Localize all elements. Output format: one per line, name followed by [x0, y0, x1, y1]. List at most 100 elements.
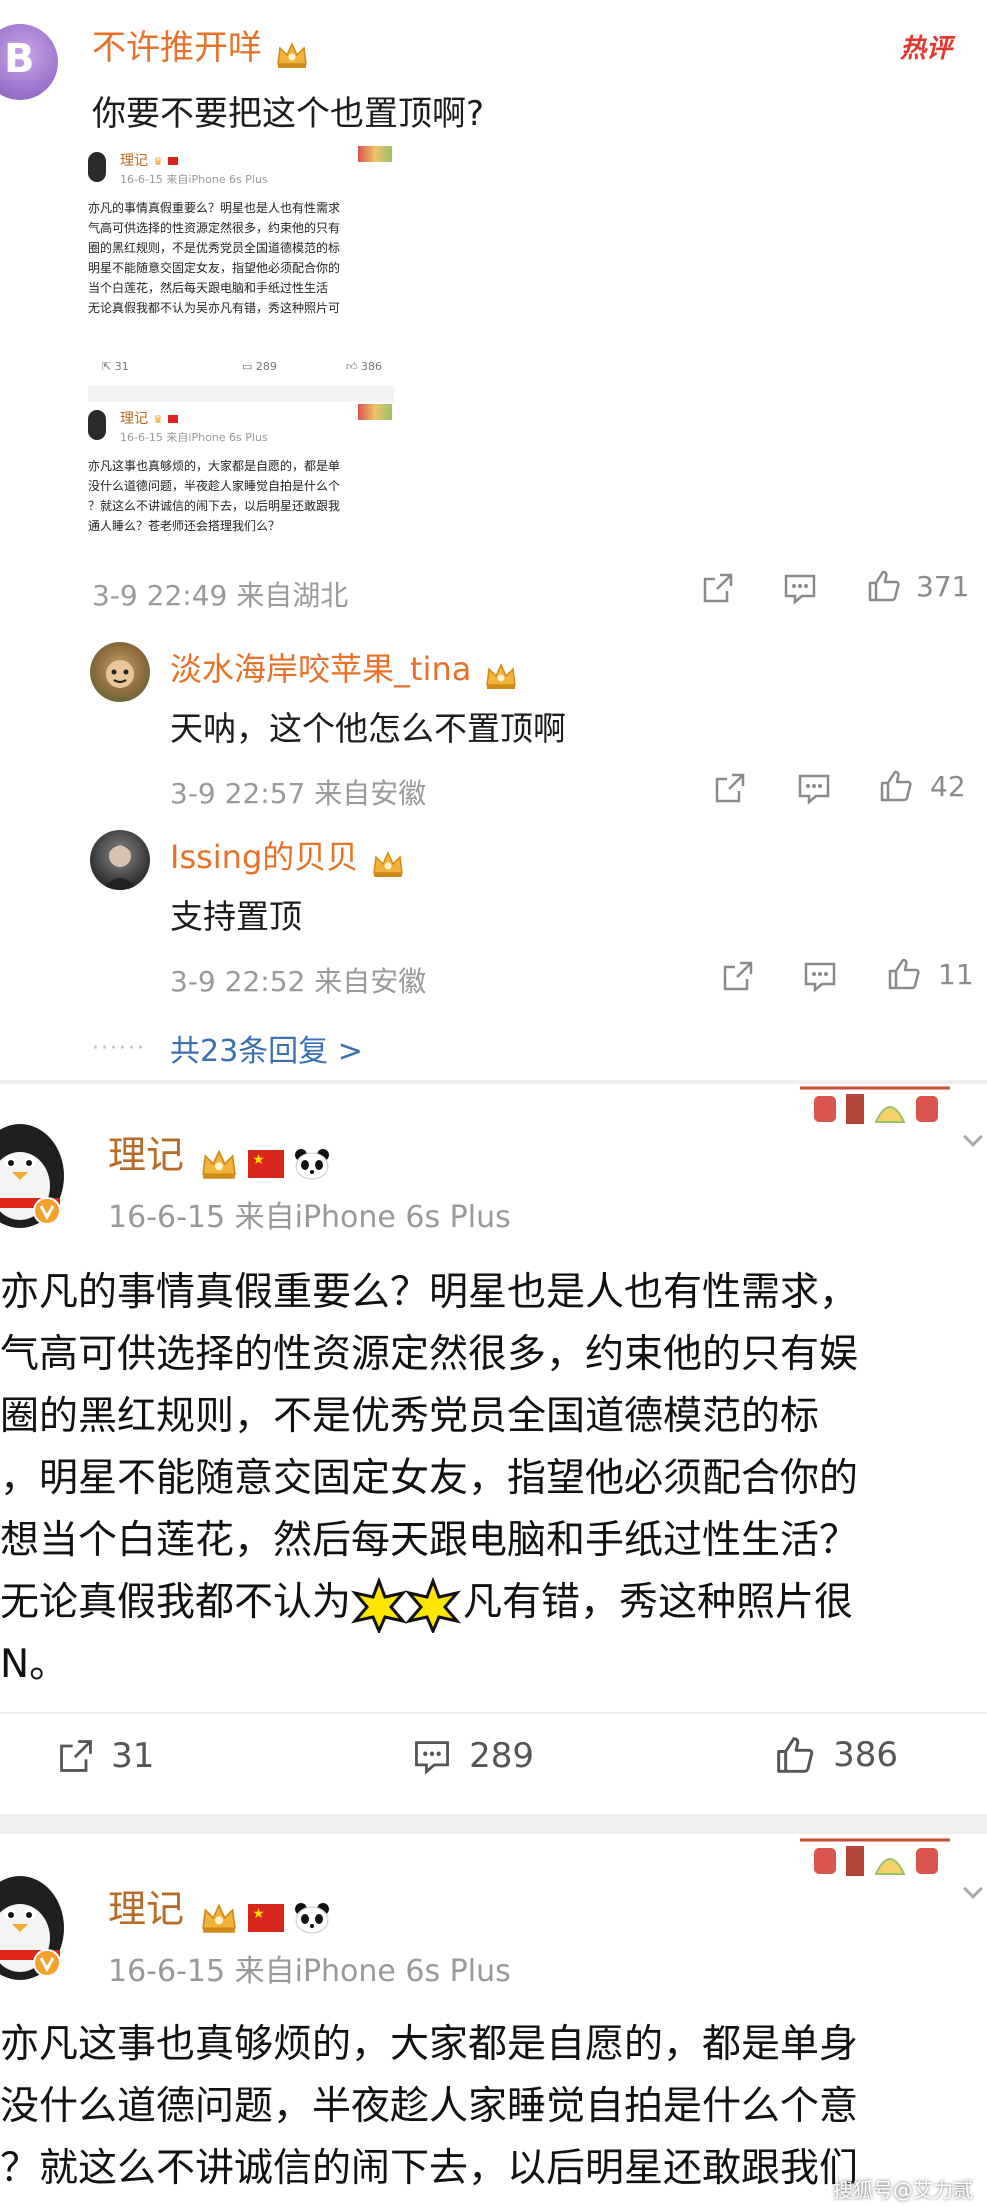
comment-button[interactable] [802, 958, 838, 998]
like-icon: 👍︎ [346, 360, 361, 373]
mini-line: 当个白莲花，然后每天跟电脑和手纸过性生活 [88, 281, 329, 295]
reply-header: 淡水海岸咬苹果_tina [170, 644, 518, 691]
like-button[interactable]: 371 [866, 568, 969, 608]
reply-meta: 3-9 22:52 来自安徽 [170, 965, 427, 998]
chevron-down-icon[interactable] [963, 1127, 983, 1147]
comment-count: 289 [469, 1736, 534, 1776]
festive-decoration-icon [800, 1838, 950, 1876]
comment-text: 你要不要把这个也置顶啊? [92, 94, 485, 134]
mini-line: ？就这么不讲诚信的闹下去，以后明星还敢跟我 [88, 499, 341, 513]
embedded-screenshot-2[interactable]: 理记 ♛ 16-6-15 来自iPhone 6s Plus 亦凡这事也真够烦的，… [88, 404, 394, 544]
post-meta: 16-6-15 来自iPhone 6s Plus [108, 1954, 511, 1989]
post-line: ？就这么不讲诚信的闹下去，以后明星还敢跟我们 [0, 2146, 859, 2191]
share-icon [703, 573, 733, 603]
crown-badge-icon [199, 1147, 239, 1181]
comment-meta: 3-9 22:49 来自湖北 [92, 579, 349, 612]
avatar[interactable] [90, 642, 150, 702]
like-count: 386 [833, 1735, 898, 1775]
mini-line: 圈的黑红规则，不是优秀党员全国道德模范的标 [88, 241, 341, 255]
comment-button[interactable]: 289 [412, 1736, 534, 1776]
post-line: 亦凡的事情真假重要么？明星也是人也有性需求， [0, 1270, 859, 1315]
comment-icon [798, 774, 830, 805]
comment-icon: ▭ [242, 360, 256, 373]
repost-button[interactable]: 31 [56, 1736, 154, 1776]
comment-button[interactable] [782, 570, 818, 610]
festive-decoration-icon [800, 1086, 950, 1124]
avatar[interactable] [90, 830, 150, 890]
mini-meta: 16-6-15 来自iPhone 6s Plus [120, 431, 268, 444]
share-button[interactable] [712, 770, 748, 810]
penguin-avatar-icon [88, 410, 106, 440]
chevron-down-icon[interactable] [963, 1879, 983, 1899]
more-replies-link[interactable]: 共23条回复 > [170, 1026, 363, 1070]
reply-header: Issing的贝贝 [170, 832, 405, 879]
reply-text: 支持置顶 [170, 897, 302, 936]
avatar-letter: B [4, 36, 35, 82]
china-flag-icon: ★ [248, 1149, 285, 1178]
person-avatar-icon [102, 844, 138, 890]
avatar[interactable] [0, 1870, 70, 1982]
verified-badge-icon [33, 1949, 61, 1977]
china-flag-icon: ★ [248, 1903, 285, 1932]
embedded-screenshot-1[interactable]: 理记 ♛ 16-6-15 来自iPhone 6s Plus 亦凡的事情真假重要么… [88, 146, 394, 384]
panda-icon [293, 1901, 331, 1935]
mini-divider [88, 386, 394, 402]
post-line: 亦凡这事也真够烦的，大家都是自愿的，都是单身 [0, 2022, 859, 2067]
like-button[interactable]: 386 [774, 1734, 898, 1776]
post-header: 理记 ★ [108, 1124, 331, 1181]
thumbs-up-icon [868, 570, 900, 602]
post-author[interactable]: 理记 [108, 1887, 184, 1931]
post-body: 亦凡的事情真假重要么？明星也是人也有性需求， 气高可供选择的性资源定然很多，约束… [0, 1262, 858, 1696]
post-author[interactable]: 理记 [108, 1133, 184, 1177]
reply-username[interactable]: Issing的贝贝 [170, 838, 358, 876]
reply-text: 天呐，这个他怎么不置顶啊 [170, 709, 566, 748]
mini-line: 亦凡的事情真假重要么？明星也是人也有性需求 [88, 201, 341, 215]
mini-line: 亦凡这事也真够烦的，大家都是自愿的，都是单 [88, 459, 341, 473]
crown-badge-icon [486, 662, 517, 689]
comment-username[interactable]: 不许推开咩 [92, 28, 262, 68]
decoration-icon [358, 146, 392, 162]
crown-badge-icon: ♛ [153, 413, 163, 426]
flag-icon [168, 157, 179, 165]
thumbs-up-icon [888, 958, 920, 990]
repost-icon [60, 1740, 92, 1772]
thumbs-up-icon [777, 1737, 814, 1773]
mini-line: 通人睡么？苍老师还会搭理我们么？ [88, 519, 281, 533]
repost-icon: ⇱ [102, 360, 115, 373]
crown-badge-icon [373, 850, 404, 877]
hot-comment-badge: 热评 [900, 34, 953, 64]
divider [0, 1712, 987, 1714]
post-line: 想当个白莲花，然后每天跟电脑和手纸过性生活？ [0, 1518, 859, 1563]
comment-header: 不许推开咩 [92, 20, 309, 70]
mini-reposts: ⇱ 31 [102, 360, 129, 373]
mini-author: 理记 [120, 153, 148, 169]
panda-icon [293, 1147, 331, 1181]
decoration-icon [358, 404, 392, 420]
post-line: ，明星不能随意交固定女友，指望他必须配合你的 [0, 1456, 859, 1501]
post-meta: 16-6-15 来自iPhone 6s Plus [108, 1200, 511, 1235]
comment-icon [784, 574, 816, 605]
penguin-avatar-icon [88, 152, 106, 182]
mini-line: 无论真假我都不认为吴亦凡有错，秀这种照片可 [88, 301, 341, 315]
like-count: 42 [930, 770, 966, 803]
verified-badge-icon [33, 1197, 61, 1225]
like-count: 371 [916, 570, 970, 603]
post-line: N。 [0, 1642, 69, 1687]
post-line: 无论真假我都不认为 [0, 1580, 352, 1625]
reply-meta: 3-9 22:57 来自安徽 [170, 777, 427, 810]
reply-username[interactable]: 淡水海岸咬苹果_tina [170, 650, 471, 688]
like-button[interactable]: 11 [886, 956, 974, 996]
mini-line: 明星不能随意交固定女友，指望他必须配合你的 [88, 261, 341, 275]
share-button[interactable] [700, 570, 736, 610]
comment-button[interactable] [796, 770, 832, 810]
share-button[interactable] [720, 958, 756, 998]
like-button[interactable]: 42 [878, 768, 966, 808]
mini-meta: 16-6-15 来自iPhone 6s Plus [120, 173, 268, 186]
avatar[interactable] [0, 1118, 70, 1230]
flag-icon [168, 415, 179, 423]
like-count: 11 [938, 958, 974, 991]
post-line: 气高可供选择的性资源定然很多，约束他的只有娱 [0, 1332, 859, 1377]
comment-icon [804, 962, 836, 993]
avatar[interactable]: B [0, 24, 58, 100]
mini-line: 没什么道德问题，半夜趁人家睡觉自拍是什么个 [88, 479, 341, 493]
